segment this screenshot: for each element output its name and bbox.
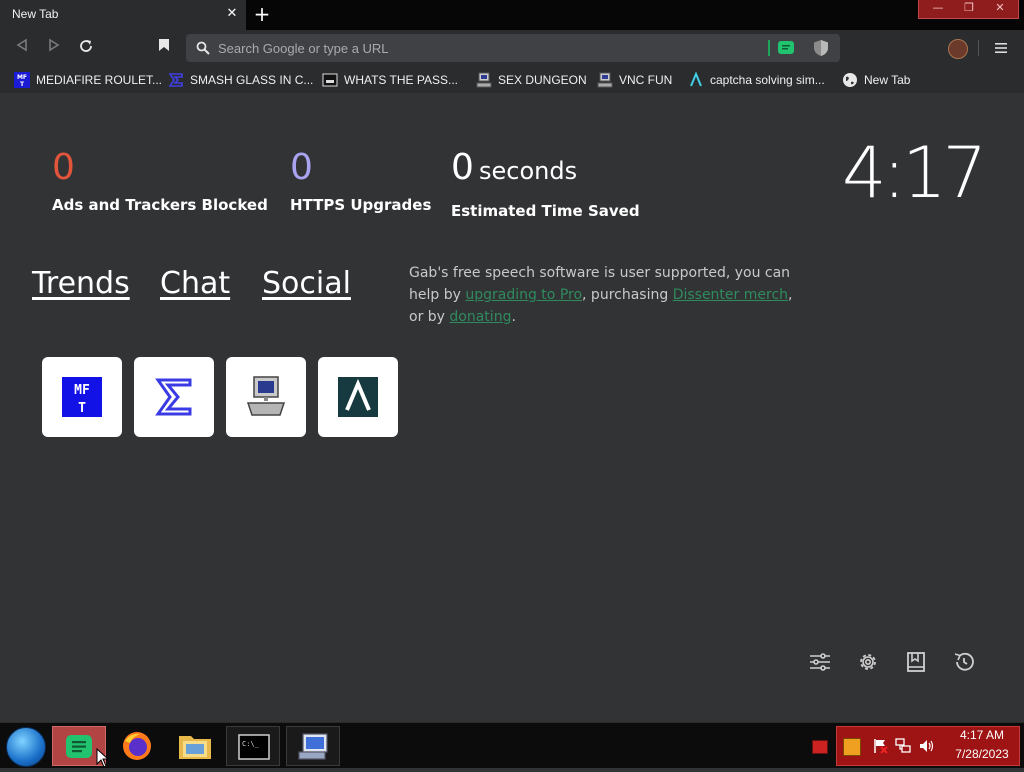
- stat-time-value: 0: [451, 147, 474, 188]
- gab-support-message: Gab's free speech software is user suppo…: [409, 262, 809, 328]
- address-bar[interactable]: [186, 34, 840, 62]
- system-tray: 4:17 AM 7/28/2023: [836, 726, 1020, 766]
- stat-time-saved: 0 seconds Estimated Time Saved: [451, 146, 640, 220]
- tray-app-icon[interactable]: [812, 740, 828, 754]
- search-icon: [196, 40, 210, 59]
- network-icon[interactable]: [895, 738, 911, 758]
- dissenter-merch-link[interactable]: Dissenter merch: [673, 287, 788, 303]
- social-link[interactable]: Social: [262, 266, 351, 301]
- tray-time[interactable]: 4:17 AM: [949, 728, 1015, 742]
- tab-close-icon[interactable]: ✕: [224, 5, 240, 23]
- start-button[interactable]: [6, 727, 46, 767]
- minimize-button[interactable]: —: [923, 0, 953, 17]
- tab-title: New Tab: [12, 7, 59, 21]
- bookmark-mediafire[interactable]: MF T MEDIAFIRE ROULET...: [14, 70, 162, 90]
- dissenter-icon[interactable]: [778, 40, 794, 60]
- terminal-icon: [322, 72, 338, 88]
- svg-text:MF: MF: [17, 74, 27, 81]
- remote-desktop-icon: [298, 733, 328, 760]
- bookmark-label: New Tab: [864, 73, 911, 87]
- computer-icon: [597, 72, 613, 88]
- mediafire-icon: MF T: [62, 377, 102, 417]
- close-button[interactable]: ✕: [985, 0, 1015, 17]
- forward-icon[interactable]: [44, 38, 64, 58]
- history-icon[interactable]: [952, 650, 976, 674]
- upgrade-pro-link[interactable]: upgrading to Pro: [465, 287, 582, 303]
- message-text: , purchasing: [582, 287, 673, 303]
- bookmark-sex-dungeon[interactable]: SEX DUNGEON: [476, 70, 587, 90]
- stat-https-value: 0: [290, 147, 313, 188]
- svg-text:T: T: [78, 401, 86, 416]
- trends-link[interactable]: Trends: [32, 266, 130, 301]
- stat-https-upgrades: 0 HTTPS Upgrades: [290, 146, 431, 214]
- tray-date[interactable]: 7/28/2023: [945, 747, 1019, 761]
- computer-icon: [246, 376, 286, 416]
- shield-icon[interactable]: [813, 39, 829, 61]
- customize-icon[interactable]: [808, 650, 832, 674]
- svg-text:MF: MF: [74, 383, 90, 398]
- avatar[interactable]: [948, 39, 968, 59]
- stat-ads-value: 0: [52, 147, 75, 188]
- firefox-icon[interactable]: [120, 729, 154, 767]
- computer-icon: [476, 72, 492, 88]
- window-controls: — ❐ ✕: [918, 0, 1019, 19]
- mediafire-icon: MFT: [14, 72, 30, 88]
- bookmark-label: SMASH GLASS IN C...: [190, 73, 314, 87]
- bookmark-smash-glass[interactable]: SMASH GLASS IN C...: [168, 70, 313, 90]
- top-site-tile-computer[interactable]: [226, 357, 306, 437]
- stat-https-label: HTTPS Upgrades: [290, 196, 432, 214]
- divider: [978, 40, 979, 56]
- bookmark-icon[interactable]: [154, 38, 174, 58]
- top-site-tile-mediafire[interactable]: MF T: [42, 357, 122, 437]
- taskbar-cmd[interactable]: C:\_: [226, 726, 280, 766]
- stat-ads-blocked: 0 Ads and Trackers Blocked: [52, 146, 268, 214]
- globe-icon: [842, 72, 858, 88]
- terminal-icon: C:\_: [238, 734, 270, 760]
- bookmark-new-tab[interactable]: New Tab: [842, 70, 910, 90]
- flag-icon[interactable]: [873, 738, 889, 758]
- dissenter-icon: [66, 735, 92, 758]
- lambda-icon: [688, 71, 704, 88]
- bookmark-captcha[interactable]: captcha solving sim...: [688, 70, 825, 90]
- top-site-tile-sigma[interactable]: [134, 357, 214, 437]
- mouse-cursor-icon: [96, 747, 110, 772]
- menu-icon[interactable]: [995, 40, 1007, 59]
- new-tab-button[interactable]: +: [252, 4, 272, 25]
- bookmark-label: captcha solving sim...: [710, 73, 825, 87]
- volume-icon[interactable]: [919, 738, 935, 758]
- svg-text:C:\_: C:\_: [242, 740, 260, 748]
- sigma-icon: [155, 378, 192, 416]
- bookmark-whats-the-pass[interactable]: WHATS THE PASS...: [322, 70, 458, 90]
- clock: 4:17: [842, 132, 987, 214]
- chat-link[interactable]: Chat: [160, 266, 230, 301]
- stat-time-label: Estimated Time Saved: [451, 202, 640, 220]
- divider: [768, 40, 770, 56]
- taskbar-remote-desktop[interactable]: [286, 726, 340, 766]
- gear-icon[interactable]: [856, 650, 880, 674]
- message-text: .: [511, 309, 516, 325]
- bookmark-label: WHATS THE PASS...: [344, 73, 459, 87]
- back-icon[interactable]: [12, 38, 32, 58]
- donating-link[interactable]: donating: [449, 309, 511, 325]
- bookmark-label: MEDIAFIRE ROULET...: [36, 73, 163, 87]
- lambda-icon: [338, 377, 378, 417]
- search-input[interactable]: [218, 39, 738, 57]
- tab-new-tab[interactable]: New Tab ✕: [0, 0, 246, 30]
- folder-icon[interactable]: [178, 731, 212, 765]
- sigma-icon: [168, 72, 184, 88]
- maximize-button[interactable]: ❐: [954, 0, 984, 17]
- bookmark-label: VNC FUN: [619, 73, 673, 87]
- reload-icon[interactable]: [76, 38, 96, 58]
- bookmarks-manager-icon[interactable]: [904, 650, 928, 674]
- bookmark-vnc-fun[interactable]: VNC FUN: [597, 70, 672, 90]
- stat-ads-label: Ads and Trackers Blocked: [52, 196, 268, 214]
- top-site-tile-captcha[interactable]: [318, 357, 398, 437]
- stat-time-unit: seconds: [479, 157, 578, 185]
- tray-alert-icon[interactable]: [843, 738, 861, 756]
- bookmarks-bar: MF T MEDIAFIRE ROULET... SMASH GLASS IN C…: [0, 66, 1024, 93]
- bookmark-label: SEX DUNGEON: [498, 73, 587, 87]
